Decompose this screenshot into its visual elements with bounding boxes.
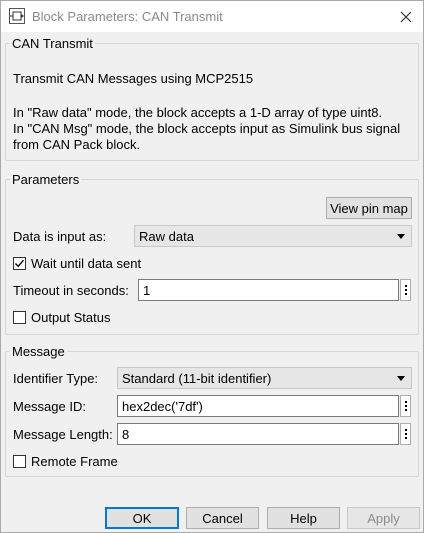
message-id-input[interactable]: hex2dec('7df')	[117, 395, 399, 417]
remote-frame-label: Remote Frame	[31, 454, 118, 469]
identifier-type-label: Identifier Type:	[13, 371, 99, 386]
data-input-label: Data is input as:	[13, 229, 107, 244]
description-group: CAN Transmit Transmit CAN Messages using…	[5, 36, 419, 161]
wait-until-sent-checkbox[interactable]	[13, 257, 26, 270]
data-input-value: Raw data	[139, 228, 194, 244]
cancel-button[interactable]: Cancel	[186, 507, 259, 529]
message-length-input[interactable]: 8	[117, 423, 399, 445]
timeout-input[interactable]: 1	[138, 279, 399, 301]
data-input-select[interactable]: Raw data	[134, 225, 412, 247]
message-length-value: 8	[122, 426, 130, 442]
identifier-type-select[interactable]: Standard (11-bit identifier)	[117, 367, 412, 389]
parameters-legend: Parameters	[12, 172, 80, 187]
description-line-1: In "Raw data" mode, the block accepts a …	[13, 105, 383, 120]
description-summary: Transmit CAN Messages using MCP2515	[13, 71, 254, 86]
timeout-more-options-button[interactable]	[400, 279, 411, 301]
output-status-checkbox[interactable]	[13, 311, 26, 324]
chevron-down-icon	[397, 234, 405, 239]
timeout-label: Timeout in seconds:	[13, 283, 129, 298]
close-icon	[400, 11, 412, 22]
message-id-value: hex2dec('7df')	[122, 398, 203, 414]
apply-button[interactable]: Apply	[347, 507, 420, 529]
wait-until-sent-label: Wait until data sent	[31, 256, 142, 271]
timeout-value: 1	[143, 282, 151, 298]
description-legend: CAN Transmit	[12, 36, 93, 51]
message-length-more-options-button[interactable]	[400, 423, 411, 445]
chevron-down-icon	[397, 376, 405, 381]
checkmark-icon	[14, 259, 25, 268]
window-title: Block Parameters: CAN Transmit	[32, 9, 223, 24]
dialog-window: Block Parameters: CAN Transmit CAN Trans…	[0, 0, 424, 533]
ok-button[interactable]: OK	[105, 507, 179, 529]
message-legend: Message	[12, 344, 65, 359]
help-button[interactable]: Help	[267, 507, 340, 529]
close-button[interactable]	[389, 1, 423, 32]
title-bar: Block Parameters: CAN Transmit	[1, 1, 423, 32]
message-id-more-options-button[interactable]	[400, 395, 411, 417]
description-line-3: from CAN Pack block.	[13, 137, 141, 152]
view-pin-map-button[interactable]: View pin map	[326, 197, 412, 219]
description-line-2: In "CAN Msg" mode, the block accepts inp…	[13, 121, 401, 136]
identifier-type-value: Standard (11-bit identifier)	[122, 370, 272, 386]
output-status-label: Output Status	[31, 310, 111, 325]
message-id-label: Message ID:	[13, 399, 86, 414]
block-icon	[9, 8, 25, 24]
remote-frame-checkbox[interactable]	[13, 455, 26, 468]
message-length-label: Message Length:	[13, 427, 113, 442]
